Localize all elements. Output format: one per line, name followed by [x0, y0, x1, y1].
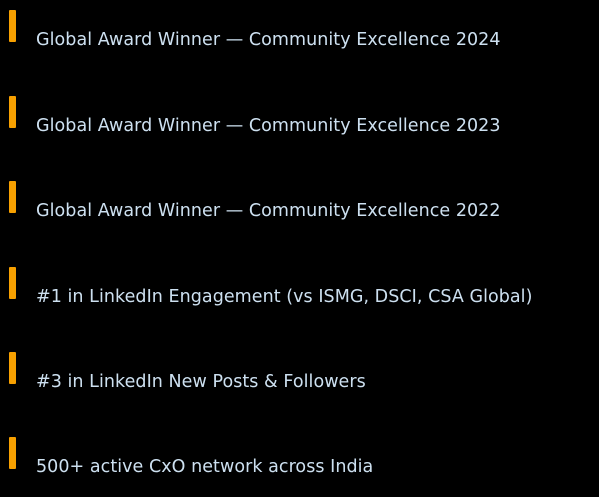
orange-bar-icon	[9, 437, 16, 469]
highlight-item: Global Award Winner — Community Excellen…	[0, 10, 599, 70]
highlight-item: #3 in LinkedIn New Posts & Followers	[0, 352, 599, 412]
orange-bar-icon	[9, 10, 16, 42]
highlight-label: Global Award Winner — Community Excellen…	[36, 116, 501, 136]
highlight-label: Global Award Winner — Community Excellen…	[36, 201, 501, 221]
highlight-item: #1 in LinkedIn Engagement (vs ISMG, DSCI…	[0, 267, 599, 327]
orange-bar-icon	[9, 352, 16, 384]
highlight-label: 500+ active CxO network across India	[36, 457, 374, 477]
highlights-list: Global Award Winner — Community Excellen…	[0, 0, 599, 484]
highlight-label: #1 in LinkedIn Engagement (vs ISMG, DSCI…	[36, 287, 533, 307]
orange-bar-icon	[9, 181, 16, 213]
highlight-item: Global Award Winner — Community Excellen…	[0, 96, 599, 156]
orange-bar-icon	[9, 96, 16, 128]
orange-bar-icon	[9, 267, 16, 299]
highlight-item: Global Award Winner — Community Excellen…	[0, 181, 599, 241]
highlight-item: 500+ active CxO network across India	[0, 437, 599, 497]
highlight-label: Global Award Winner — Community Excellen…	[36, 30, 501, 50]
highlight-label: #3 in LinkedIn New Posts & Followers	[36, 372, 366, 392]
